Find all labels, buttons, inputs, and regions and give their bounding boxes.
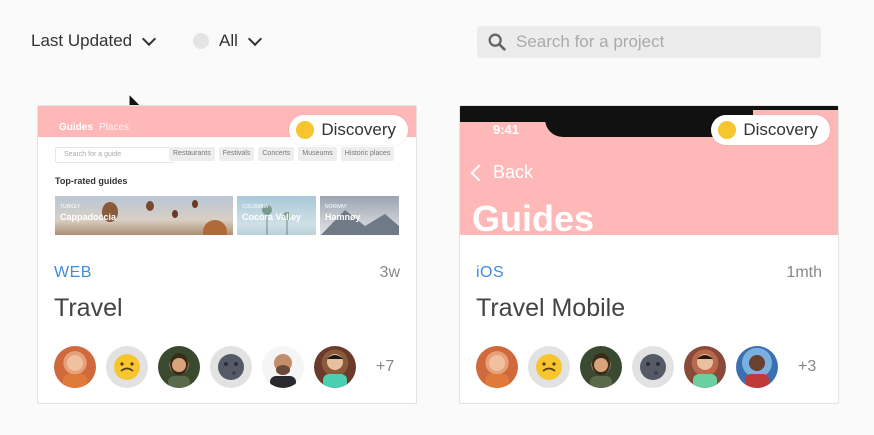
sort-dropdown[interactable]: Last Updated	[31, 31, 157, 51]
tile-name: Hamnøy	[325, 212, 361, 222]
chevron-left-icon	[470, 164, 488, 181]
preview-back-button: Back	[470, 162, 534, 183]
avatar	[580, 346, 622, 388]
avatar	[632, 346, 674, 388]
preview-chip: Museums	[298, 147, 337, 161]
search-icon	[488, 33, 506, 51]
preview-tile: NORWAY Hamnøy	[320, 196, 399, 235]
preview-search-text: Search for a guide	[64, 151, 122, 158]
search-input[interactable]	[514, 31, 808, 53]
avatar	[476, 346, 518, 388]
project-title: Travel Mobile	[476, 294, 626, 322]
avatar	[528, 346, 570, 388]
status-bar-time: 9:41	[493, 122, 520, 137]
avatar	[106, 346, 148, 388]
moon-face-icon	[640, 354, 666, 380]
avatar	[684, 346, 726, 388]
device-frame-right	[750, 106, 838, 110]
person-icon	[693, 354, 717, 388]
avatar	[54, 346, 96, 388]
avatar	[210, 346, 252, 388]
updated-age: 3w	[379, 264, 400, 281]
avatar	[314, 346, 356, 388]
preview-chip: Concerts	[258, 147, 295, 161]
person-icon	[323, 354, 347, 388]
member-avatars: +7	[54, 346, 394, 388]
preview-chip: Festivals	[218, 147, 255, 161]
project-card-travel[interactable]: Guides Places Search for a guide Restaur…	[37, 105, 417, 404]
project-title: Travel	[54, 294, 123, 322]
person-icon	[168, 353, 190, 388]
preview-search: Search for a guide	[55, 147, 174, 163]
emoji-face-icon	[114, 354, 140, 380]
status-badge: Discovery	[711, 115, 830, 145]
more-members-count: +7	[376, 358, 395, 375]
filter-label: All	[219, 31, 238, 50]
person-icon	[485, 355, 509, 388]
status-label: Discovery	[743, 120, 818, 139]
chevron-down-icon	[142, 31, 157, 46]
platform-label: iOS	[476, 264, 505, 281]
person-icon	[270, 354, 296, 388]
preview-nav-guides: Guides	[59, 122, 93, 133]
tile-name: Cocora Valley	[242, 212, 302, 222]
toolbar: Last Updated All	[0, 0, 874, 84]
preview-chip: Restaurants	[169, 147, 215, 161]
tile-country: COLOMBIA	[242, 204, 269, 210]
tile-country: TURKEY	[60, 204, 81, 210]
person-icon	[590, 353, 612, 388]
member-avatars: +3	[476, 346, 816, 388]
updated-age: 1mth	[786, 264, 822, 281]
project-preview: 9:41 Back Guides Discovery	[460, 106, 838, 235]
status-dot-icon	[718, 121, 737, 139]
moon-face-icon	[218, 354, 244, 380]
avatar	[158, 346, 200, 388]
platform-label: WEB	[54, 264, 92, 281]
avatar	[262, 346, 304, 388]
person-icon	[745, 355, 769, 388]
status-filter-dropdown[interactable]: All	[193, 31, 262, 51]
status-badge: Discovery	[289, 115, 408, 145]
preview-nav-places: Places	[99, 122, 130, 133]
tile-country: NORWAY	[325, 204, 347, 210]
status-label: Discovery	[321, 120, 396, 139]
back-label: Back	[493, 162, 534, 182]
emoji-face-icon	[536, 354, 562, 380]
chevron-down-icon	[247, 31, 262, 46]
preview-chips: Restaurants Festivals Concerts Museums H…	[169, 147, 395, 161]
sort-label: Last Updated	[31, 31, 133, 50]
preview-section-title: Top-rated guides	[55, 176, 128, 186]
preview-tile: TURKEY Cappadoccia	[55, 196, 233, 235]
more-members-count: +3	[798, 358, 817, 375]
preview-heading: Guides	[472, 198, 595, 235]
status-dot-icon	[193, 33, 209, 49]
preview-chip: Historic places	[340, 147, 395, 161]
project-card-travel-mobile[interactable]: 9:41 Back Guides Discovery iOS 1mth Trav…	[459, 105, 839, 404]
person-icon	[63, 355, 87, 388]
avatar	[736, 346, 778, 388]
status-dot-icon	[296, 121, 315, 139]
preview-tile: COLOMBIA Cocora Valley	[237, 196, 316, 235]
project-preview: Guides Places Search for a guide Restaur…	[38, 106, 416, 235]
tile-name: Cappadoccia	[60, 212, 117, 222]
device-frame-left	[460, 106, 548, 122]
search-box[interactable]	[477, 26, 821, 58]
